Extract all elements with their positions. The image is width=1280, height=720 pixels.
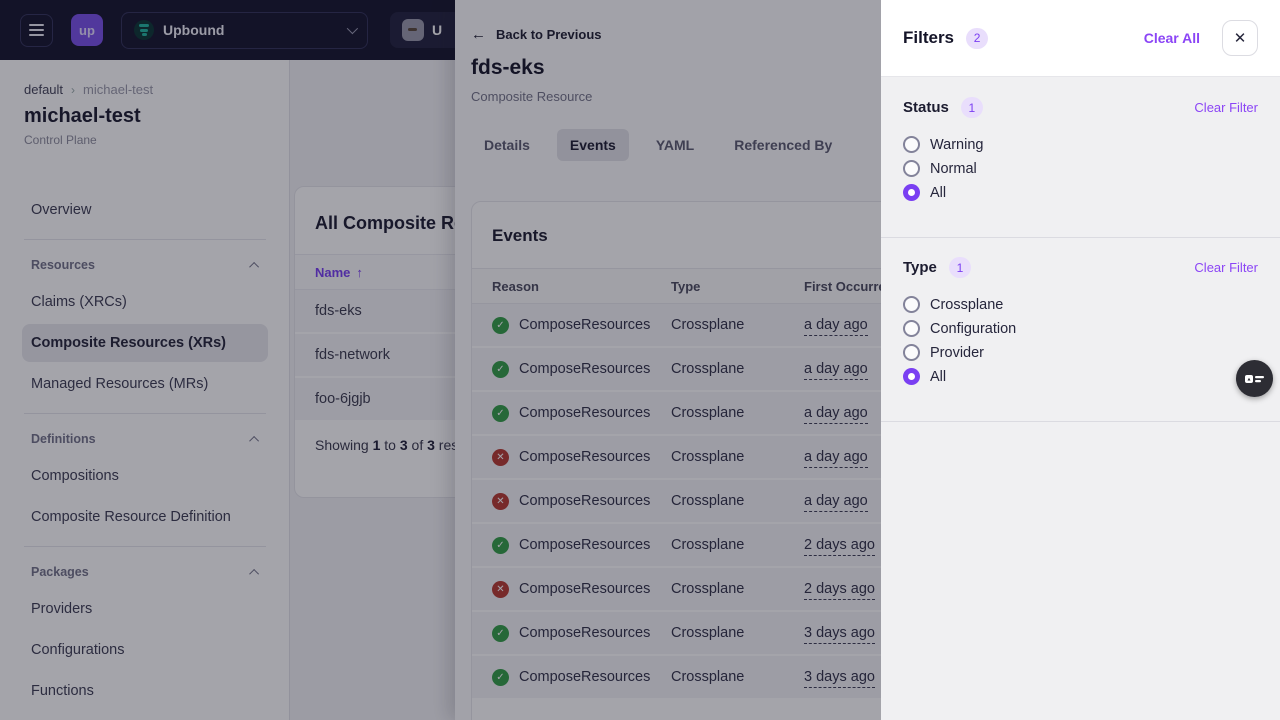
radio-label: All [930,185,946,201]
radio-label: Crossplane [930,297,1003,313]
status-clear-filter-button[interactable]: Clear Filter [1194,100,1258,115]
clear-all-button[interactable]: Clear All [1144,30,1200,46]
radio-option-crossplane[interactable]: Crossplane [903,296,1258,313]
radio-selected-icon[interactable] [903,184,920,201]
radio-option-configuration[interactable]: Configuration [903,320,1258,337]
type-count-badge: 1 [949,257,971,278]
filter-toggle-button[interactable] [1236,360,1273,397]
radio-icon[interactable] [903,344,920,361]
type-section-label: Type [903,259,937,276]
radio-option-status-all[interactable]: All [903,184,1258,201]
radio-icon[interactable] [903,296,920,313]
filters-header: Filters 2 Clear All ✕ [881,0,1280,77]
radio-label: All [930,369,946,385]
radio-option-normal[interactable]: Normal [903,160,1258,177]
type-clear-filter-button[interactable]: Clear Filter [1194,260,1258,275]
filters-count-badge: 2 [966,28,988,49]
radio-selected-icon[interactable] [903,368,920,385]
modal-dim-overlay[interactable] [0,0,881,720]
close-icon[interactable]: ✕ [1222,20,1258,56]
radio-option-provider[interactable]: Provider [903,344,1258,361]
radio-label: Normal [930,161,977,177]
radio-option-warning[interactable]: Warning [903,136,1258,153]
radio-icon[interactable] [903,320,920,337]
status-section-label: Status [903,99,949,116]
divider [881,237,1280,238]
filter-list-icon [1245,371,1264,387]
radio-label: Provider [930,345,984,361]
radio-option-type-all[interactable]: All [903,368,1258,385]
filters-panel: Filters 2 Clear All ✕ Status 1 Clear Fil… [881,0,1280,720]
type-filter-section: Type 1 Clear Filter Crossplane Configura… [881,257,1280,385]
radio-icon[interactable] [903,136,920,153]
status-filter-section: Status 1 Clear Filter Warning Normal All [881,97,1280,201]
radio-label: Configuration [930,321,1016,337]
radio-icon[interactable] [903,160,920,177]
filters-title: Filters [903,28,954,48]
divider [881,421,1280,422]
status-count-badge: 1 [961,97,983,118]
radio-label: Warning [930,137,983,153]
